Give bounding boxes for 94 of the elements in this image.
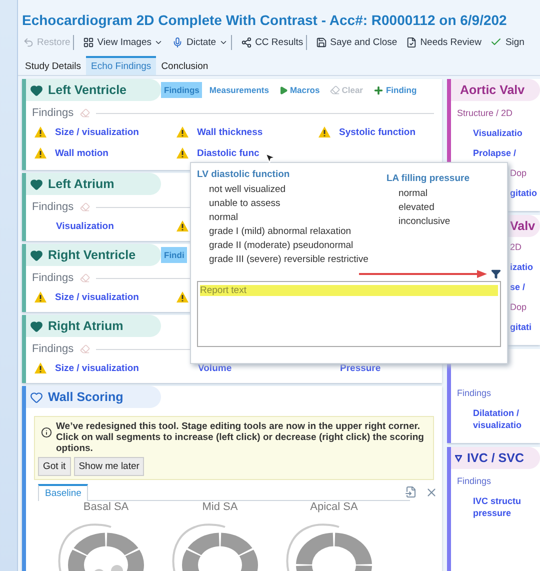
option-item[interactable]: unable to assess — [197, 198, 368, 209]
toolbar-button[interactable]: Needs Review — [403, 34, 486, 50]
findings-label: Findings — [32, 272, 74, 284]
finding-link[interactable]: Volume — [198, 362, 232, 374]
finding-link[interactable]: Size / visualization — [55, 126, 139, 138]
panel-title: Left Atrium — [26, 173, 161, 195]
panel-title: Right Atrium — [26, 315, 161, 337]
checkmark-icon — [490, 36, 502, 48]
heart-icon — [30, 320, 43, 332]
notice-text: We’ve redesigned this tool. Stage editing tools are now in the upper right corner. Click on wall segments to increase (left click) or decrease (right click) the scoring options. — [56, 421, 425, 454]
view-label: Basal SA — [83, 501, 129, 513]
section-label: Structure / 2D — [456, 107, 514, 120]
panel-title: Left Ventricle — [26, 79, 161, 101]
stage-tab[interactable]: Baseline — [38, 484, 88, 501]
finding-link[interactable]: Visualization — [56, 220, 114, 232]
grid-icon — [83, 36, 94, 48]
import-icon[interactable] — [405, 486, 417, 498]
eraser-icon — [80, 108, 90, 118]
share-icon — [241, 36, 252, 48]
section-label: Dop — [509, 301, 528, 314]
undo-icon — [23, 36, 34, 48]
eraser-icon — [330, 85, 340, 95]
toolbar-button[interactable]: Dictate — [169, 34, 232, 50]
warning-icon — [176, 291, 189, 303]
panel-tool[interactable]: Measurements — [206, 82, 272, 98]
warning-icon — [318, 126, 331, 138]
panel-title: Wall Scoring — [26, 386, 161, 408]
finding-link[interactable]: Wall motion — [55, 148, 108, 158]
panel-title: Right Ventricle — [26, 244, 161, 266]
option-item[interactable]: not well visualized — [197, 184, 368, 195]
report-text-field[interactable]: Report text — [197, 281, 501, 347]
eraser-icon — [80, 273, 90, 283]
finding-link[interactable]: Dilatation / visualizatio — [451, 403, 537, 435]
findings-label: Findings — [32, 201, 74, 213]
warning-icon — [34, 126, 47, 138]
microphone-icon — [172, 36, 184, 48]
toolbar-button[interactable]: Saye and Close — [313, 34, 402, 50]
findings-label: Findings — [456, 475, 492, 488]
findings-label: Findings — [32, 343, 74, 355]
finding-link[interactable]: Pressure — [340, 362, 381, 374]
option-item[interactable]: normal — [197, 212, 368, 223]
eraser-icon — [80, 344, 90, 354]
panel-tool[interactable]: Finding — [370, 82, 420, 98]
filter-icon[interactable] — [491, 269, 501, 279]
panel-title: Aortic Valv — [451, 79, 540, 101]
finding-link[interactable]: Diastolic func — [197, 148, 260, 158]
finding-link[interactable]: Visualizatio — [451, 123, 537, 143]
plus-icon — [372, 84, 384, 96]
notice-button[interactable]: Got it — [38, 457, 71, 476]
findings-label: Findings — [456, 387, 492, 400]
heart-icon — [30, 84, 43, 96]
finding-link[interactable]: IVC structu pressure — [451, 491, 537, 523]
warning-icon — [34, 291, 47, 303]
heart-icon — [30, 178, 43, 190]
toolbar-button[interactable]: Sign — [487, 34, 528, 50]
valve-icon — [455, 452, 462, 464]
tab[interactable]: Study Details — [20, 56, 86, 75]
option-item[interactable]: grade I (mild) abnormal relaxation — [197, 226, 368, 237]
heart-icon — [30, 248, 43, 262]
finding-link[interactable]: Size / visualization — [55, 362, 139, 374]
toolbar-button[interactable]: CC Results — [238, 34, 308, 50]
warning-icon — [176, 220, 189, 232]
findings-label: Findings — [32, 107, 74, 119]
group-title: LV diastolic function — [197, 169, 291, 180]
group-title: LA filling pressure — [386, 173, 470, 184]
save-icon — [316, 36, 328, 48]
heart-outline-icon — [30, 390, 43, 404]
option-item[interactable]: elevated — [386, 202, 470, 213]
section-label: 2D — [509, 241, 523, 254]
window-title: Echocardiogram 2D Complete With Contrast - Acc#: R0000112 on 6/9/202 — [21, 11, 508, 30]
tab[interactable]: Echo Findings — [86, 56, 156, 75]
finding-link[interactable]: Systolic function — [339, 126, 416, 138]
notice-button[interactable]: Show me later — [74, 457, 144, 476]
tab[interactable]: Conclusion — [156, 56, 214, 75]
finding-link[interactable]: Size / visualization — [55, 292, 139, 302]
option-item[interactable]: normal — [386, 188, 470, 199]
toolbar-button[interactable]: View Images — [80, 34, 168, 50]
warning-icon — [34, 147, 47, 159]
eraser-icon — [80, 202, 90, 212]
view-label: Apical SA — [310, 501, 358, 513]
view-label: Mid SA — [202, 501, 238, 513]
warning-icon — [34, 362, 47, 374]
close-icon[interactable] — [425, 486, 438, 498]
warning-icon — [176, 126, 189, 138]
option-item[interactable]: grade II (moderate) pseudonormal — [197, 240, 368, 251]
info-icon — [41, 427, 52, 438]
finding-link[interactable]: Wall thickness — [197, 126, 263, 138]
play-icon — [278, 86, 288, 94]
finding-link[interactable]: Prolapse / — [451, 143, 537, 163]
option-item[interactable]: grade III (severe) reversible restrictive — [197, 254, 368, 265]
panel-tool[interactable]: Macros — [276, 82, 323, 98]
document-check-icon — [406, 36, 418, 48]
panel-title: IVC / SVC — [451, 447, 540, 469]
warning-icon — [176, 147, 189, 159]
